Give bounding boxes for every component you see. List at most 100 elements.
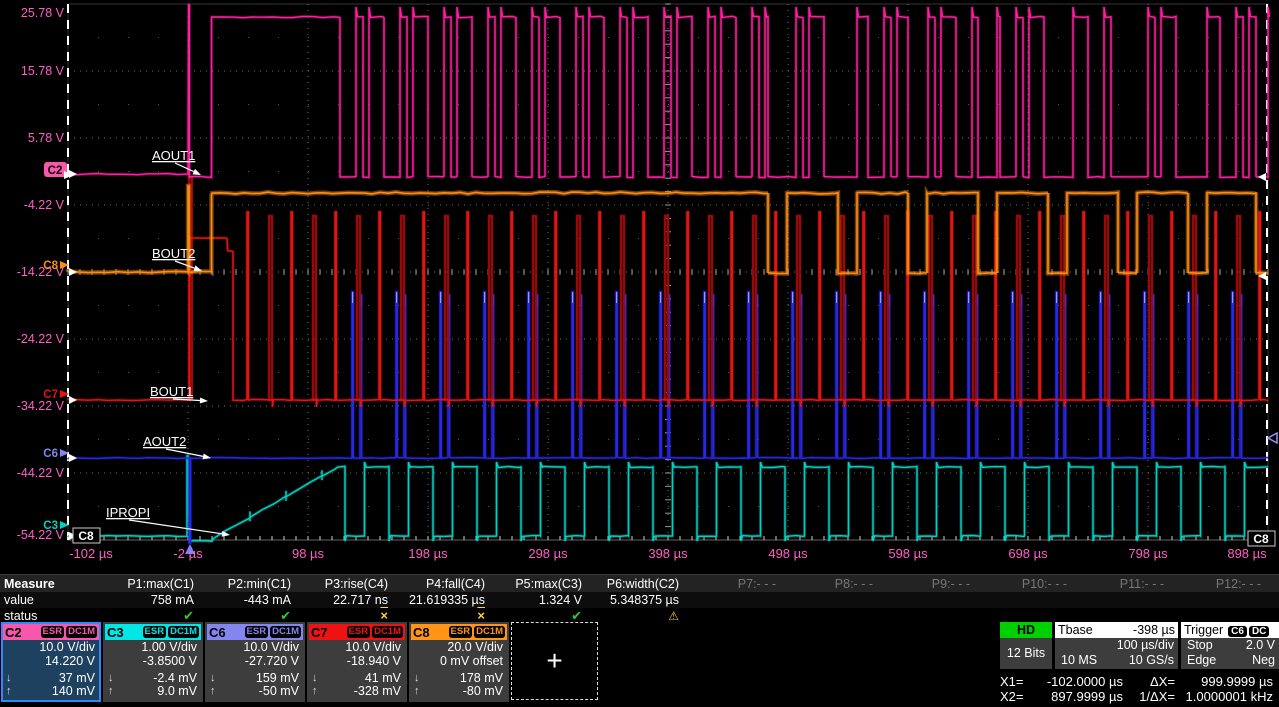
channel-marker-label-c3[interactable]: C3 xyxy=(43,520,58,532)
channel-offset: -27.720 V xyxy=(207,654,303,668)
measure-col-label-p4[interactable]: P4:fall(C4) xyxy=(390,577,487,591)
channel-vdiv: 10.0 V/div xyxy=(3,640,99,654)
status-pending-icon: × xyxy=(477,608,485,623)
channel-id-label: C7 xyxy=(311,625,345,640)
channel-badge-dc1m: DC1M xyxy=(168,626,199,638)
channel-marker-label-c6[interactable]: C6 xyxy=(43,448,58,460)
status-row-label: status xyxy=(0,609,99,623)
channel-max-arrow-icon: ↑ xyxy=(6,685,12,698)
channel-box-c6[interactable]: C6ESRDC1M10.0 V/div-27.720 V↓159 mV↑-50 … xyxy=(205,622,305,702)
channel-min-arrow-icon: ↓ xyxy=(108,672,114,685)
cursor-readout: X1= -102.0000 µs ΔX= 999.9999 µs X2= 897… xyxy=(1000,674,1279,704)
channel-badge-esr: ESR xyxy=(347,626,371,638)
measure-value-p2: -443 mA xyxy=(196,593,293,607)
x-axis-label: -2 µs xyxy=(173,546,203,561)
measure-col-label-p1[interactable]: P1:max(C1) xyxy=(99,577,196,591)
channel-max-value: 140 mV xyxy=(52,685,95,698)
x1-label: X1= xyxy=(1000,674,1033,689)
measure-value-p4: 21.619335 µs xyxy=(390,593,487,607)
x-axis-label: 598 µs xyxy=(888,546,928,561)
channel-marker-label-c7[interactable]: C7 xyxy=(43,389,58,401)
channel-box-header: C2ESRDC1M xyxy=(3,624,99,640)
wave-label-ipropi: IPROPI xyxy=(106,505,150,520)
measure-col-label-p10[interactable]: P10:- - - xyxy=(972,577,1069,591)
wave-label-aout2: AOUT2 xyxy=(143,434,186,449)
channel-vdiv: 10.0 V/div xyxy=(207,640,303,654)
channel-badge-dc1m: DC1M xyxy=(66,626,97,638)
hd-label: HD xyxy=(1000,622,1052,638)
x-axis-label: 698 µs xyxy=(1008,546,1048,561)
trigger-label: Trigger xyxy=(1184,623,1223,637)
channel-min-arrow-icon: ↓ xyxy=(312,672,318,685)
measure-col-label-p7[interactable]: P7:- - - xyxy=(681,577,778,591)
channel-badge-esr: ESR xyxy=(143,626,167,638)
y-axis-label: 15.78 V xyxy=(21,64,65,78)
x-axis-label: 498 µs xyxy=(768,546,808,561)
x2-label: X2= xyxy=(1000,689,1033,704)
channel-vdiv: 1.00 V/div xyxy=(105,640,201,654)
clip-indicator-label: C8 xyxy=(78,529,94,543)
x-axis-label: 798 µs xyxy=(1128,546,1168,561)
channel-box-header: C3ESRDC1M xyxy=(105,624,201,640)
status-pending-icon: × xyxy=(380,608,388,623)
status-ok-icon: ✔ xyxy=(183,608,194,623)
measure-value-p3: 22.717 ns xyxy=(293,593,390,607)
y-axis-label: 25.78 V xyxy=(21,6,65,20)
channel-id-label: C8 xyxy=(413,625,447,640)
channel-max-value: -80 mV xyxy=(463,685,503,698)
channel-id-label: C2 xyxy=(5,625,39,640)
x-axis-label: 898 µs xyxy=(1227,546,1267,561)
x-axis-label: 298 µs xyxy=(528,546,568,561)
invdx-label: 1/ΔX= xyxy=(1123,689,1175,704)
channel-max-value: 9.0 mV xyxy=(157,685,197,698)
measure-col-label-p8[interactable]: P8:- - - xyxy=(778,577,875,591)
measure-col-label-p3[interactable]: P3:rise(C4) xyxy=(293,577,390,591)
wave-label-bout2: BOUT2 xyxy=(152,246,195,261)
timebase-box[interactable]: Tbase -398 µs 100 µs/div 10 MS 10 GS/s xyxy=(1055,622,1178,669)
channel-offset: -3.8500 V xyxy=(105,654,201,668)
clip-indicator-label: C8 xyxy=(1253,532,1269,546)
channel-id-label: C6 xyxy=(209,625,243,640)
channel-box-header: C8ESRDC1M xyxy=(411,624,507,640)
x-axis-label: 398 µs xyxy=(648,546,688,561)
measure-col-label-p2[interactable]: P2:min(C1) xyxy=(196,577,293,591)
descriptor-strip: C2ESRDC1M10.0 V/div14.220 V↓37 mV↑140 mV… xyxy=(0,622,1279,707)
measure-row-label: Measure xyxy=(0,577,99,591)
waveform-display[interactable]: 25.78 V15.78 V5.78 V-4.22 V-14.22 V-24.2… xyxy=(0,0,1279,570)
channel-max-arrow-icon: ↑ xyxy=(108,685,114,698)
measure-value-p1: 758 mA xyxy=(99,593,196,607)
channel-id-label: C3 xyxy=(107,625,141,640)
y-axis-label: -44.22 V xyxy=(17,466,65,480)
trigger-box[interactable]: Trigger C6DC Stop 2.0 V Edge Neg xyxy=(1181,622,1279,669)
oscilloscope-screen: 25.78 V15.78 V5.78 V-4.22 V-14.22 V-24.2… xyxy=(0,0,1279,707)
hd-mode-box[interactable]: HD 12 Bits xyxy=(1000,622,1052,669)
channel-min-arrow-icon: ↓ xyxy=(414,672,420,685)
x-axis-label: 98 µs xyxy=(292,546,325,561)
dx-value: 999.9999 µs xyxy=(1175,674,1279,689)
measure-col-label-p5[interactable]: P5:max(C3) xyxy=(487,577,584,591)
channel-box-c8[interactable]: C8ESRDC1M20.0 V/div0 mV offset↓178 mV↑-8… xyxy=(409,622,509,702)
channel-box-c7[interactable]: C7ESRDC1M10.0 V/div-18.940 V↓41 mV↑-328 … xyxy=(307,622,407,702)
measure-col-label-p6[interactable]: P6:width(C2) xyxy=(584,577,681,591)
channel-box-header: C6ESRDC1M xyxy=(207,624,303,640)
trigger-level: 2.0 V xyxy=(1246,638,1275,653)
channel-badge-esr: ESR xyxy=(449,626,473,638)
add-channel-box[interactable]: + xyxy=(511,622,598,700)
channel-max-arrow-icon: ↑ xyxy=(414,685,420,698)
measure-col-label-p11[interactable]: P11:- - - xyxy=(1069,577,1166,591)
measure-value-p5: 1.324 V xyxy=(487,593,584,607)
channel-box-header: C7ESRDC1M xyxy=(309,624,405,640)
channel-min-arrow-icon: ↓ xyxy=(210,672,216,685)
measure-col-label-p9[interactable]: P9:- - - xyxy=(875,577,972,591)
wave-label-bout1: BOUT1 xyxy=(150,384,193,399)
channel-badge-dc1m: DC1M xyxy=(474,626,505,638)
status-warn-icon: ⚠ xyxy=(668,609,679,623)
y-axis-label: -34.22 V xyxy=(17,399,65,413)
channel-box-c3[interactable]: C3ESRDC1M1.00 V/div-3.8500 V↓-2.4 mV↑9.0… xyxy=(103,622,203,702)
hd-bits: 12 Bits xyxy=(1000,638,1052,668)
y-axis-label: -24.22 V xyxy=(17,332,65,346)
channel-box-c2[interactable]: C2ESRDC1M10.0 V/div14.220 V↓37 mV↑140 mV xyxy=(1,622,101,702)
channel-marker-label-c8[interactable]: C8 xyxy=(43,260,58,272)
measure-col-label-p12[interactable]: P12:- - - xyxy=(1166,577,1263,591)
channel-badge-dc1m: DC1M xyxy=(270,626,301,638)
